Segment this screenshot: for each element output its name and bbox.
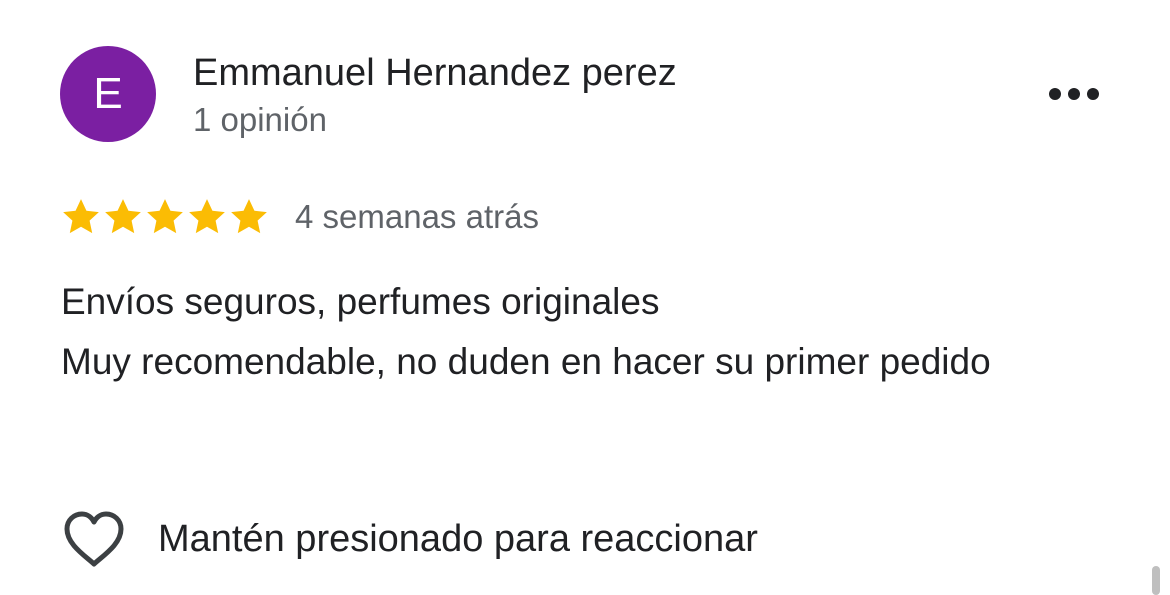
review-text-line: Muy recomendable, no duden en hacer su p…: [61, 341, 991, 382]
avatar[interactable]: E: [60, 46, 156, 142]
star-icon: [105, 199, 141, 234]
more-horizontal-icon: [1049, 88, 1099, 100]
star-icon: [147, 199, 183, 234]
star-icon: [189, 199, 225, 234]
review-count: 1 opinión: [193, 101, 327, 138]
star-icon: [231, 199, 267, 234]
avatar-initial: E: [93, 69, 123, 118]
star-rating: [60, 196, 270, 238]
author-name[interactable]: Emmanuel Hernandez perez: [193, 50, 677, 96]
react-label: Mantén presionado para reaccionar: [158, 518, 758, 560]
review-time: 4 semanas atrás: [295, 198, 539, 235]
review-text-line: Envíos seguros, perfumes originales: [61, 281, 660, 322]
star-icon: [63, 199, 99, 234]
review-card: E Emmanuel Hernandez perez 1 opinión 4 s…: [0, 0, 1170, 595]
review-text: Envíos seguros, perfumes originales Muy …: [61, 272, 1071, 392]
scrollbar-thumb[interactable]: [1152, 566, 1160, 595]
heart-outline-icon: [64, 511, 124, 567]
more-options-button[interactable]: [1040, 74, 1108, 114]
react-button[interactable]: Mantén presionado para reaccionar: [62, 508, 758, 570]
